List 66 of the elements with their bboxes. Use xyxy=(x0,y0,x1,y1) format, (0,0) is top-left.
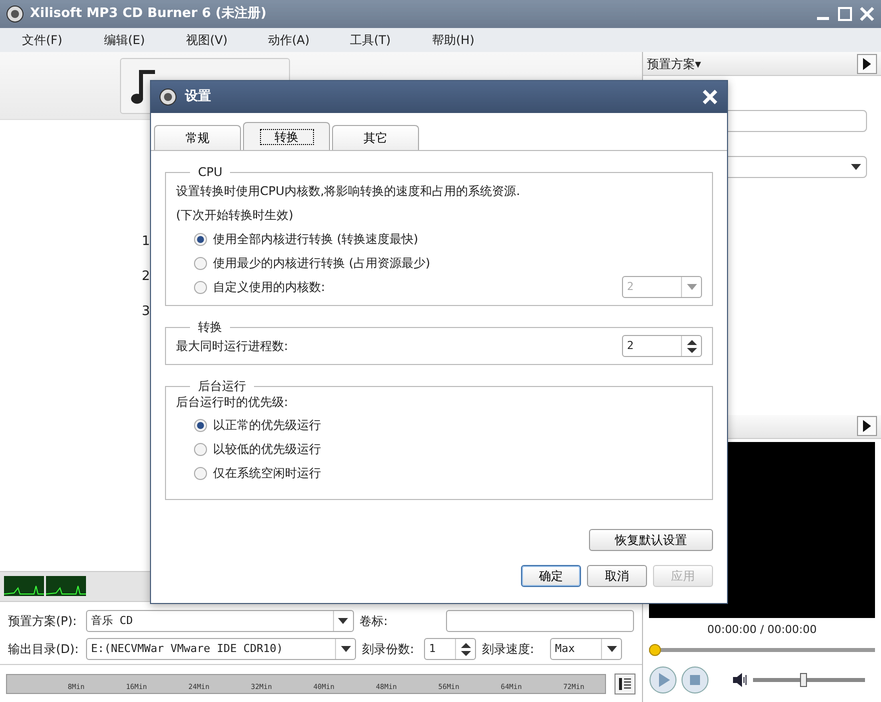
preset-select[interactable]: 音乐 CD xyxy=(86,610,354,632)
menu-item[interactable]: 动作(A) xyxy=(268,31,350,49)
list-view-icon[interactable] xyxy=(614,672,636,694)
restore-defaults-button[interactable]: 恢复默认设置 xyxy=(589,529,713,551)
description-text: 设置转换时使用CPU内核数,将影响转换的速度和占用的系统资源. xyxy=(176,183,520,200)
expand-button[interactable] xyxy=(857,54,877,74)
radio-button[interactable] xyxy=(194,280,207,294)
field-label: 预置方案(P): xyxy=(8,613,78,630)
field-label: 卷标: xyxy=(360,613,389,630)
track-number: 2 xyxy=(142,269,150,284)
radio-button[interactable] xyxy=(194,442,207,456)
play-icon[interactable] xyxy=(649,666,677,694)
close-icon[interactable] xyxy=(859,6,875,22)
dialog-title: 设置 xyxy=(185,88,211,106)
level-meter-icon xyxy=(4,576,44,596)
menu-item[interactable]: 帮助(H) xyxy=(432,31,514,49)
option-label: 仅在系统空闲时运行 xyxy=(213,465,321,482)
option-label: 使用最少的内核进行转换 (占用资源最少) xyxy=(213,255,430,272)
menu-item[interactable]: 视图(V) xyxy=(186,31,268,49)
note-text: (下次开始转换时生效) xyxy=(176,207,294,224)
field-label: 刻录份数: xyxy=(362,641,416,658)
radio-button[interactable] xyxy=(194,256,207,270)
speaker-icon[interactable] xyxy=(731,671,749,689)
copies-spinbox[interactable]: 1 xyxy=(424,638,476,660)
radio-button[interactable] xyxy=(194,418,207,432)
group-legend: 转换 xyxy=(190,320,230,334)
window-title: Xilisoft MP3 CD Burner 6 (未注册) xyxy=(30,4,266,24)
tab[interactable]: 转换 xyxy=(243,122,330,150)
menu-item[interactable]: 文件(F) xyxy=(22,31,104,49)
field-label: 最大同时运行进程数: xyxy=(176,338,288,355)
tab[interactable]: 其它 xyxy=(332,125,419,150)
option-label: 以较低的优先级运行 xyxy=(213,441,321,458)
close-icon[interactable] xyxy=(701,88,719,106)
output-select[interactable]: E:(NECVMWar VMware IDE CDR10) xyxy=(86,638,356,660)
radio-button[interactable] xyxy=(194,232,207,246)
group-legend: CPU xyxy=(190,165,230,179)
option-label: 自定义使用的内核数: xyxy=(213,279,326,296)
playback-time: 00:00:00 / 00:00:00 xyxy=(707,622,817,636)
preset-menu-label[interactable]: 预置方案▾ xyxy=(647,54,702,72)
option-label: 使用全部内核进行转换 (转换速度最快) xyxy=(213,231,418,248)
expand-button[interactable] xyxy=(857,416,877,436)
volume-label-field[interactable] xyxy=(446,610,634,632)
field-label: 后台运行时的优先级: xyxy=(176,395,288,409)
option-label: 以正常的优先级运行 xyxy=(213,417,321,434)
app-logo-icon xyxy=(159,88,177,106)
speed-select[interactable]: Max xyxy=(550,638,622,660)
volume-thumb[interactable] xyxy=(800,673,808,687)
process-count-spinbox[interactable]: 2 xyxy=(622,335,702,357)
stop-icon[interactable] xyxy=(681,666,709,694)
dialog-button[interactable]: 确定 xyxy=(521,565,581,587)
dialog-button[interactable]: 取消 xyxy=(587,565,647,587)
progress-thumb[interactable] xyxy=(649,644,661,656)
play-arrow-icon xyxy=(862,58,872,70)
field-label: 刻录速度: xyxy=(482,641,536,658)
menu-item[interactable]: 工具(T) xyxy=(350,31,432,49)
radio-button[interactable] xyxy=(194,466,207,480)
level-meter-icon xyxy=(46,576,86,596)
field-label: 输出目录(D): xyxy=(8,641,80,658)
maximize-icon[interactable] xyxy=(837,6,853,22)
group-legend: 后台运行 xyxy=(190,379,254,393)
app-logo-icon xyxy=(6,5,24,23)
track-number: 3 xyxy=(142,304,150,319)
tab[interactable]: 常规 xyxy=(154,125,241,150)
track-number: 1 xyxy=(142,234,150,249)
menu-item[interactable]: 编辑(E) xyxy=(104,31,186,49)
play-arrow-icon xyxy=(862,420,872,432)
